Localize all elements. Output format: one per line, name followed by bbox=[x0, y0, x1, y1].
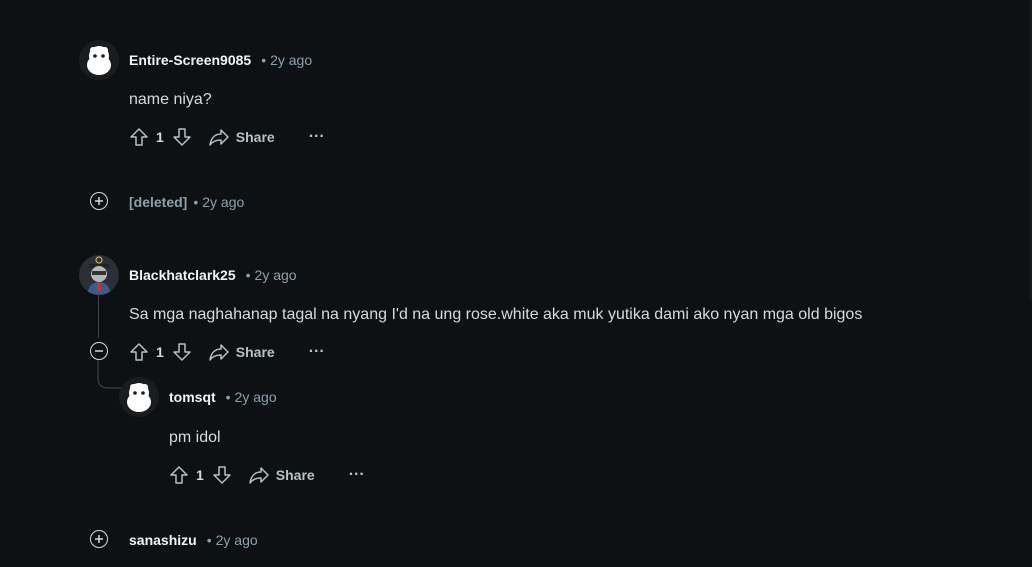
thread-line[interactable] bbox=[98, 290, 99, 338]
share-icon bbox=[209, 129, 229, 146]
share-label: Share bbox=[235, 129, 275, 145]
username[interactable]: tomsqt bbox=[169, 389, 216, 405]
comment-body: name niya? bbox=[129, 91, 212, 108]
downvote-icon bbox=[173, 128, 191, 146]
username[interactable]: Entire-Screen9085 bbox=[129, 52, 251, 68]
meta-separator: • bbox=[225, 389, 231, 405]
comment-body: pm idol bbox=[169, 429, 221, 446]
collapse-thread-button[interactable] bbox=[90, 342, 108, 360]
timestamp[interactable]: 2y ago bbox=[202, 194, 244, 210]
downvote-icon bbox=[173, 343, 191, 361]
timestamp[interactable]: 2y ago bbox=[255, 267, 297, 283]
vote-score: 1 bbox=[156, 129, 164, 145]
downvote-button[interactable] bbox=[171, 126, 193, 148]
username: [deleted] bbox=[129, 194, 188, 210]
avatar[interactable] bbox=[79, 40, 119, 80]
expand-thread-button[interactable] bbox=[90, 530, 108, 548]
reddit-snoo-avatar-icon bbox=[119, 377, 159, 417]
upvote-button[interactable] bbox=[168, 464, 190, 486]
timestamp[interactable]: 2y ago bbox=[235, 389, 277, 405]
share-button[interactable]: Share bbox=[208, 342, 275, 362]
username[interactable]: sanashizu bbox=[129, 532, 197, 548]
expand-plus-icon bbox=[95, 197, 103, 205]
share-icon bbox=[249, 467, 269, 484]
expand-thread-button[interactable] bbox=[90, 192, 108, 210]
meta-separator: • bbox=[261, 52, 267, 68]
share-label: Share bbox=[275, 467, 315, 483]
upvote-button[interactable] bbox=[128, 126, 150, 148]
meta-separator: • bbox=[245, 267, 251, 283]
vote-score: 1 bbox=[196, 467, 204, 483]
vote-score: 1 bbox=[156, 344, 164, 360]
share-label: Share bbox=[235, 344, 275, 360]
avatar[interactable] bbox=[79, 255, 119, 295]
avatar[interactable] bbox=[119, 377, 159, 417]
upvote-button[interactable] bbox=[128, 341, 150, 363]
share-icon bbox=[209, 344, 229, 361]
downvote-button[interactable] bbox=[211, 464, 233, 486]
username[interactable]: Blackhatclark25 bbox=[129, 267, 236, 283]
upvote-icon bbox=[170, 466, 188, 484]
more-options-button[interactable]: ··· bbox=[349, 467, 365, 483]
reddit-snoo-avatar-icon bbox=[79, 40, 119, 80]
share-button[interactable]: Share bbox=[248, 465, 315, 485]
downvote-icon bbox=[213, 466, 231, 484]
meta-separator: • bbox=[206, 532, 212, 548]
meta-separator: • bbox=[193, 194, 199, 210]
upvote-icon bbox=[130, 128, 148, 146]
expand-plus-icon bbox=[95, 535, 103, 543]
timestamp[interactable]: 2y ago bbox=[216, 532, 258, 548]
comment-actions: 1 Share ··· bbox=[168, 463, 365, 487]
reply-connector bbox=[97, 360, 123, 389]
more-options-button[interactable]: ··· bbox=[309, 344, 325, 360]
comment-actions: 1 Share ··· bbox=[128, 340, 325, 364]
custom-avatar-icon bbox=[79, 255, 119, 295]
comment-actions: 1 Share ··· bbox=[128, 125, 325, 149]
share-button[interactable]: Share bbox=[208, 127, 275, 147]
upvote-icon bbox=[130, 343, 148, 361]
more-options-button[interactable]: ··· bbox=[309, 129, 325, 145]
timestamp[interactable]: 2y ago bbox=[270, 52, 312, 68]
comment-body: Sa mga naghahanap tagal na nyang I'd na … bbox=[129, 306, 863, 323]
downvote-button[interactable] bbox=[171, 341, 193, 363]
collapse-minus-icon bbox=[95, 350, 103, 352]
